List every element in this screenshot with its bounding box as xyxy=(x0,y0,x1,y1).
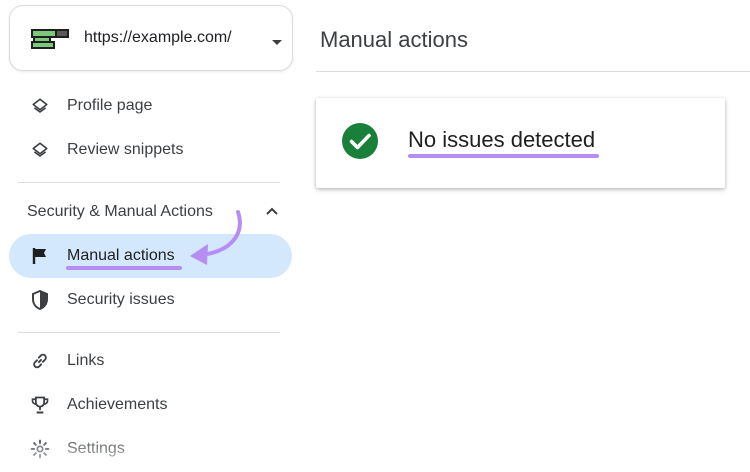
divider xyxy=(18,182,280,183)
layers-icon xyxy=(29,139,51,161)
property-url: https://example.com/ xyxy=(84,29,232,46)
highlight-underline xyxy=(66,266,182,270)
sidebar-item-label: Links xyxy=(67,352,105,369)
sidebar-item-review-snippets[interactable]: Review snippets xyxy=(9,128,292,172)
sidebar-item-label: Settings xyxy=(67,440,125,457)
status-card: No issues detected xyxy=(316,98,725,188)
sidebar-item-label: Profile page xyxy=(67,97,153,114)
sidebar-item-settings[interactable]: Settings xyxy=(9,427,292,471)
sidebar-item-links[interactable]: Links xyxy=(9,339,292,383)
search-console-logo-icon xyxy=(31,29,69,49)
sidebar-item-achievements[interactable]: Achievements xyxy=(9,383,292,427)
chevron-down-icon[interactable] xyxy=(272,40,282,45)
page-title: Manual actions xyxy=(320,27,468,52)
status-message: No issues detected xyxy=(408,127,596,152)
sidebar-item-label: Achievements xyxy=(67,396,168,413)
sidebar-item-label: Manual actions xyxy=(67,247,175,264)
property-selector[interactable]: https://example.com/ xyxy=(9,5,293,71)
header-divider xyxy=(316,71,750,72)
sidebar-item-label: Review snippets xyxy=(67,141,184,158)
shield-icon xyxy=(29,289,51,311)
layers-icon xyxy=(29,95,51,117)
check-circle-icon xyxy=(342,123,378,159)
flag-icon xyxy=(29,245,51,267)
divider xyxy=(18,332,280,333)
sidebar-item-security-issues[interactable]: Security issues xyxy=(9,278,292,322)
annotation-arrow-icon xyxy=(190,210,242,265)
gear-icon xyxy=(29,438,51,460)
link-icon xyxy=(29,350,51,372)
sidebar-item-profile-page[interactable]: Profile page xyxy=(9,84,292,128)
trophy-icon xyxy=(29,394,51,416)
chevron-up-icon[interactable] xyxy=(265,206,279,216)
highlight-underline xyxy=(408,154,599,158)
sidebar: https://example.com/ Profile page Review… xyxy=(0,0,300,472)
sidebar-item-label: Security issues xyxy=(67,291,175,308)
